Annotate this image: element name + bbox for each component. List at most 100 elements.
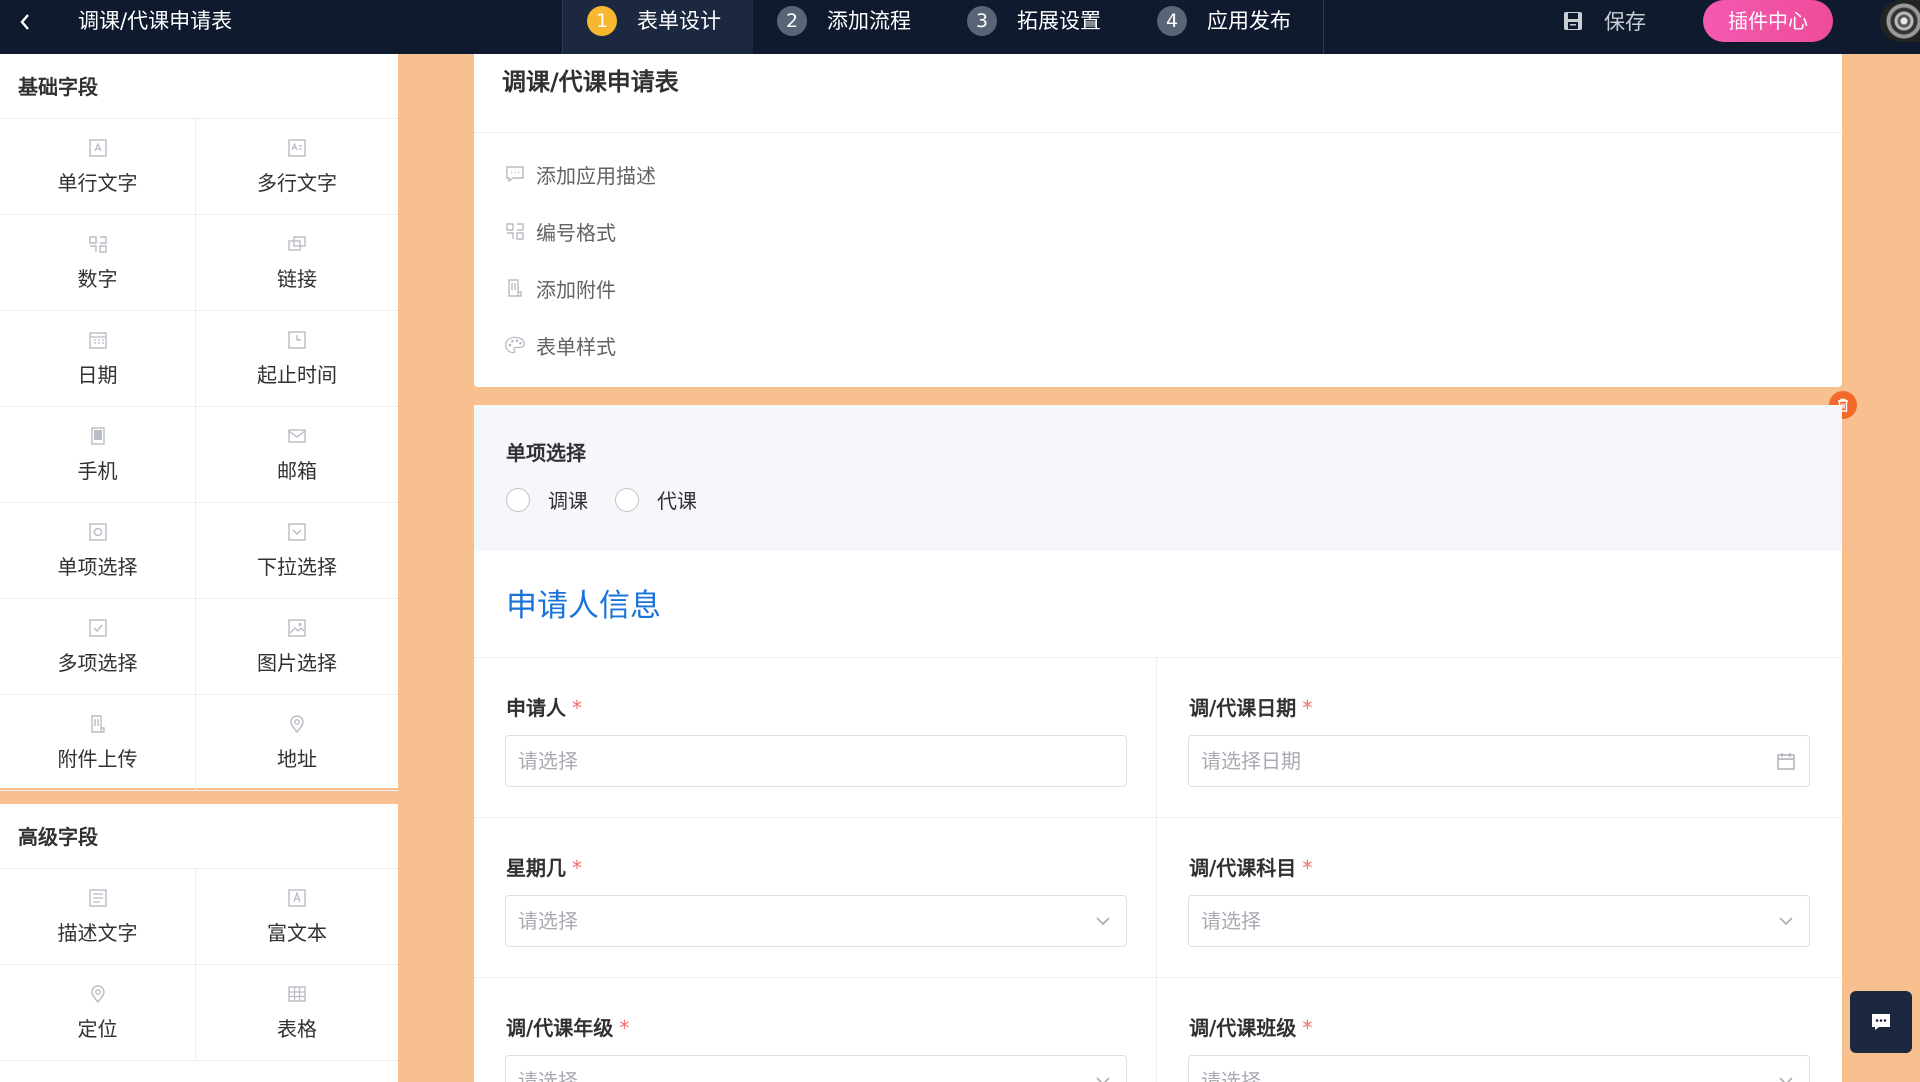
save-button[interactable]: 保存: [1562, 6, 1646, 36]
field-single-choice[interactable]: 单项选择: [0, 503, 196, 599]
divider: [474, 132, 1842, 133]
chat-icon: [1872, 1014, 1890, 1030]
applicant-label: 申请人 *: [506, 692, 582, 721]
number-icon: [87, 233, 109, 255]
field-email[interactable]: 邮箱: [196, 407, 398, 503]
label-text: 调/代课班级: [1189, 1016, 1297, 1040]
field-rich-text[interactable]: 富文本: [196, 869, 398, 965]
step-label: 应用发布: [1207, 9, 1291, 33]
phone-icon: [87, 425, 109, 447]
step-nav: 1 表单设计 2 添加流程 3 拓展设置 4 应用发布: [562, 0, 1324, 54]
dropdown-icon: [286, 521, 308, 543]
field-label: 下拉选择: [257, 555, 337, 579]
label-text: 星期几: [506, 856, 566, 880]
radio-option-tiaoke[interactable]: 调课: [506, 485, 588, 514]
step-number: 4: [1157, 6, 1187, 36]
field-multi-line-text[interactable]: 多行文字: [196, 119, 398, 215]
field-label: 多项选择: [57, 651, 138, 675]
field-number[interactable]: 数字: [0, 215, 196, 311]
field-date[interactable]: 日期: [0, 311, 196, 407]
label-text: 申请人: [506, 696, 566, 720]
field-attachment[interactable]: 附件上传: [0, 695, 196, 791]
subject-select[interactable]: 请选择: [1188, 895, 1810, 947]
add-description-option[interactable]: 添加应用描述: [504, 159, 656, 189]
required-mark: *: [1302, 856, 1313, 880]
comment-icon: [504, 163, 526, 185]
applicant-select[interactable]: 请选择: [505, 735, 1127, 787]
field-phone[interactable]: 手机: [0, 407, 196, 503]
location-icon: [87, 983, 109, 1005]
radio-icon: [87, 521, 109, 543]
radio-option-daike[interactable]: 代课: [615, 485, 697, 514]
step-extension-settings[interactable]: 3 拓展设置: [967, 0, 1101, 54]
location-pin-icon: [286, 713, 308, 735]
field-label: 图片选择: [257, 651, 337, 675]
step-number: 2: [777, 6, 807, 36]
chevron-left-icon: [20, 14, 29, 30]
field-label: 定位: [77, 1017, 118, 1041]
field-table[interactable]: 表格: [196, 965, 398, 1061]
weekday-label: 星期几 *: [506, 852, 582, 881]
field-label: 单行文字: [57, 171, 138, 195]
radio-button[interactable]: [506, 487, 530, 512]
palette-icon: [504, 334, 526, 356]
step-label: 拓展设置: [1017, 9, 1101, 33]
required-mark: *: [1302, 1016, 1313, 1040]
attachment-icon: [87, 713, 109, 735]
image-icon: [286, 617, 308, 639]
field-dropdown[interactable]: 下拉选择: [196, 503, 398, 599]
weekday-select[interactable]: 请选择: [505, 895, 1127, 947]
field-location[interactable]: 定位: [0, 965, 196, 1061]
divider: [474, 977, 1842, 978]
avatar[interactable]: [1880, 0, 1920, 42]
radio-button[interactable]: [615, 487, 639, 512]
field-label: 富文本: [267, 921, 327, 945]
required-mark: *: [572, 856, 582, 880]
class-select[interactable]: 请选择: [1188, 1055, 1810, 1082]
back-button[interactable]: [18, 10, 40, 44]
radio-label: 代课: [657, 489, 697, 513]
field-single-line-text[interactable]: 单行文字: [0, 119, 196, 215]
date-label: 调/代课日期 *: [1189, 692, 1312, 721]
divider: [474, 657, 1842, 658]
description-icon: [87, 887, 109, 909]
number-format-option[interactable]: 编号格式: [504, 216, 616, 246]
number-format-icon: [504, 220, 526, 242]
app-title: 调课/代课申请表: [78, 9, 233, 33]
text-field-icon: [87, 137, 109, 159]
checkbox-icon: [87, 617, 109, 639]
step-add-flow[interactable]: 2 添加流程: [777, 0, 911, 54]
placeholder: 请选择: [1201, 1069, 1261, 1082]
field-link[interactable]: 链接: [196, 215, 398, 311]
textarea-icon: [286, 137, 308, 159]
chat-button[interactable]: [1850, 991, 1912, 1053]
add-attachment-option[interactable]: 添加附件: [504, 273, 616, 303]
label-text: 调/代课年级: [506, 1016, 614, 1040]
chevron-down-icon: [1096, 917, 1110, 926]
placeholder: 请选择: [1201, 909, 1261, 933]
field-image-choice[interactable]: 图片选择: [196, 599, 398, 695]
form-style-option[interactable]: 表单样式: [504, 330, 616, 360]
placeholder: 请选择: [518, 749, 578, 773]
field-address[interactable]: 地址: [196, 695, 398, 791]
placeholder: 请选择: [518, 1069, 578, 1082]
calendar-icon: [1777, 753, 1795, 770]
grade-select[interactable]: 请选择: [505, 1055, 1127, 1082]
field-description-text[interactable]: 描述文字: [0, 869, 196, 965]
label-text: 调/代课科目: [1189, 856, 1297, 880]
step-form-design[interactable]: 1 表单设计: [563, 0, 753, 54]
form-title[interactable]: 调课/代课申请表: [502, 62, 679, 97]
field-time-range[interactable]: 起止时间: [196, 311, 398, 407]
column-divider: [1156, 657, 1157, 1082]
step-publish[interactable]: 4 应用发布: [1157, 0, 1291, 54]
chevron-down-icon: [1779, 917, 1793, 926]
option-label: 添加附件: [536, 277, 616, 302]
date-picker[interactable]: 请选择日期: [1188, 735, 1810, 787]
link-icon: [286, 233, 308, 255]
label-text: 调/代课日期: [1189, 696, 1297, 720]
basic-fields-panel: 基础字段 单行文字 多行文字 数字 链接 日期 起止时间 手机 邮箱 单项选择 …: [0, 54, 398, 791]
single-choice-field[interactable]: 单项选择 调课 代课: [474, 405, 1842, 551]
plugin-center-button[interactable]: 插件中心: [1703, 0, 1833, 42]
option-label: 表单样式: [536, 334, 616, 359]
field-multi-choice[interactable]: 多项选择: [0, 599, 196, 695]
